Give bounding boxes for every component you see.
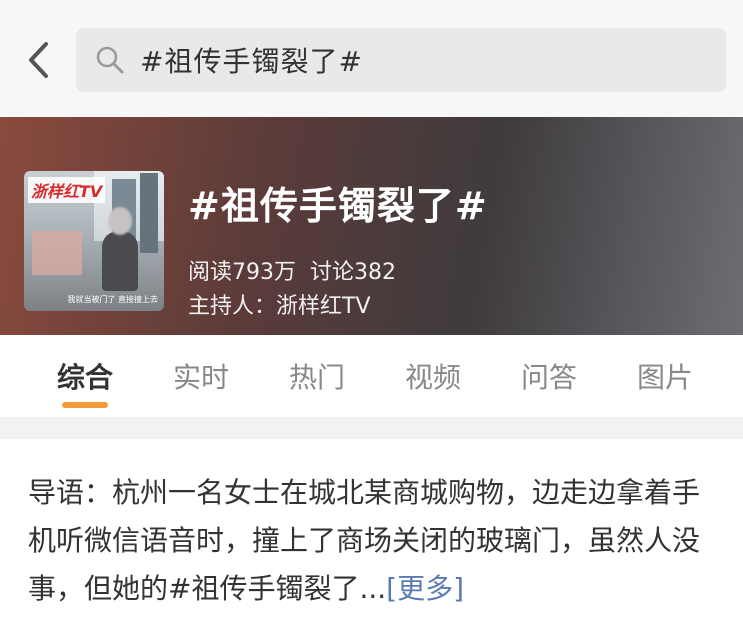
- search-bar[interactable]: #祖传手镯裂了#: [76, 28, 726, 92]
- tab-label: 图片: [636, 361, 693, 394]
- tab-comprehensive[interactable]: 综合: [27, 356, 143, 408]
- back-button[interactable]: [18, 38, 58, 82]
- search-query[interactable]: #祖传手镯裂了#: [140, 40, 363, 80]
- more-link[interactable]: [更多]: [386, 572, 464, 605]
- thumbnail-caption: 我就当被门了 直接撞上去: [67, 295, 158, 304]
- tab-label: 热门: [288, 361, 345, 394]
- tab-bar: 综合 实时 热门 视频 问答 图片: [0, 335, 743, 417]
- tab-label: 实时: [172, 361, 229, 394]
- read-count: 阅读793万: [188, 260, 296, 285]
- topic-thumbnail[interactable]: 浙样红TV 我就当被门了 直接撞上去: [24, 171, 164, 311]
- tab-hot[interactable]: 热门: [259, 356, 375, 396]
- tab-qa[interactable]: 问答: [491, 356, 607, 396]
- top-bar: #祖传手镯裂了#: [0, 0, 743, 117]
- tab-label: 综合: [56, 361, 113, 394]
- topic-banner: 浙样红TV 我就当被门了 直接撞上去 #祖传手镯裂了# 阅读793万 讨论382 …: [0, 117, 743, 335]
- section-divider: [0, 417, 743, 439]
- search-icon: [94, 44, 126, 76]
- topic-intro: 导语：杭州一名女士在城北某商城购物，边走边拿着手机听微信语音时，撞上了商场关闭的…: [0, 439, 743, 613]
- topic-host[interactable]: 主持人：浙样红TV: [188, 288, 371, 320]
- intro-text: 导语：杭州一名女士在城北某商城购物，边走边拿着手机听微信语音时，撞上了商场关闭的…: [28, 476, 701, 605]
- chevron-left-icon: [29, 42, 48, 78]
- tab-video[interactable]: 视频: [375, 356, 491, 396]
- tab-label: 问答: [520, 361, 577, 394]
- discussion-count: 讨论382: [310, 260, 396, 285]
- active-tab-indicator: [62, 402, 108, 408]
- topic-stats: 阅读793万 讨论382: [188, 254, 410, 286]
- tab-images[interactable]: 图片: [607, 356, 723, 396]
- thumbnail-logo: 浙样红TV: [28, 177, 106, 203]
- tab-label: 视频: [404, 361, 461, 394]
- topic-title: #祖传手镯裂了#: [188, 184, 488, 228]
- tab-realtime[interactable]: 实时: [143, 356, 259, 396]
